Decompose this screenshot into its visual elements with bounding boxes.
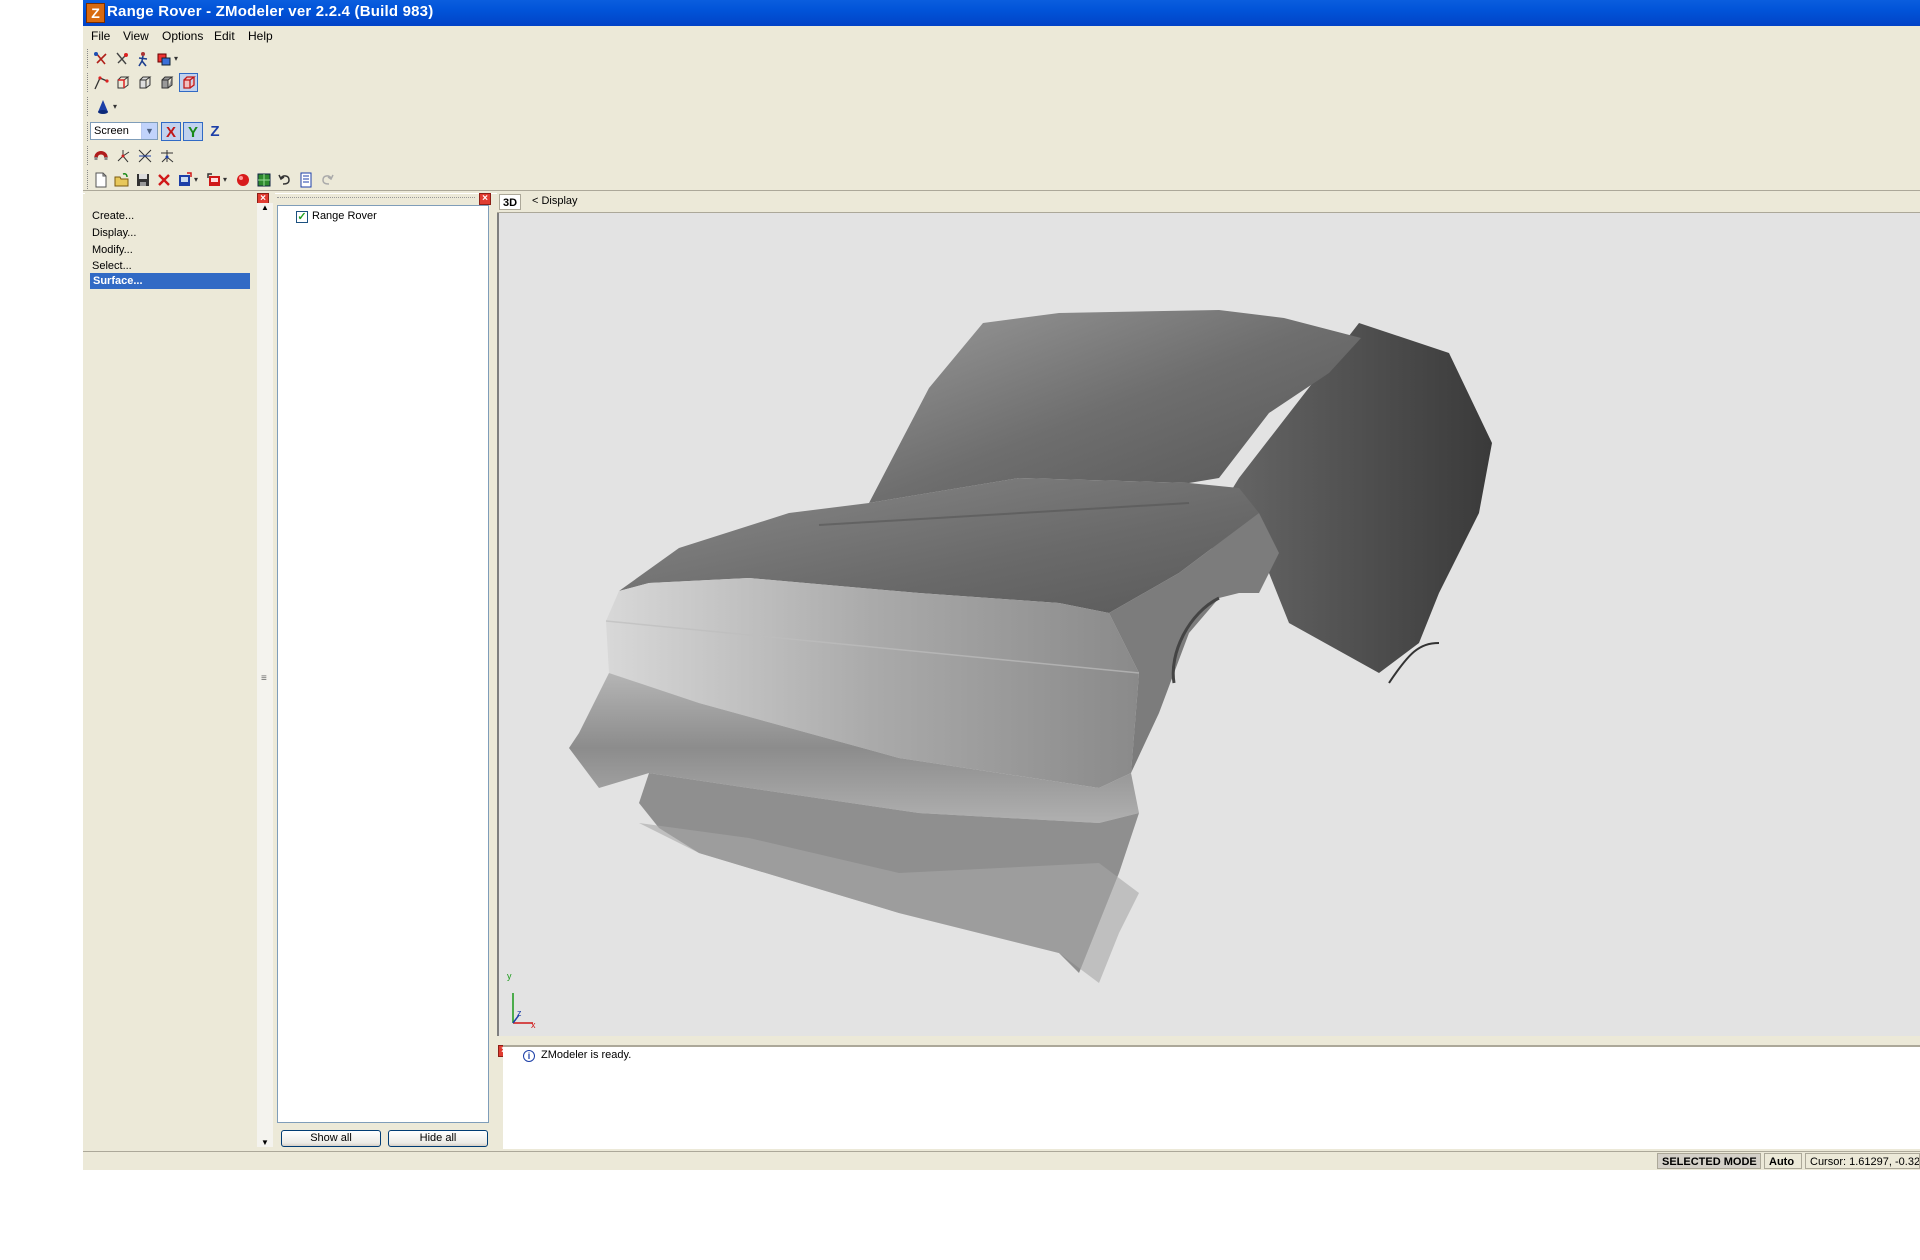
command-create[interactable]: Create...	[92, 210, 134, 222]
menu-help[interactable]: Help	[248, 29, 273, 43]
select-group-mode-icon[interactable]	[157, 73, 176, 92]
dropdown-arrow-icon[interactable]: ▾	[171, 49, 181, 68]
close-icon[interactable]: ×	[479, 193, 491, 205]
open-file-icon[interactable]	[112, 170, 131, 189]
toolbar-row-1: ▾	[83, 47, 193, 70]
view-mode-3d-tab[interactable]: 3D	[499, 194, 521, 210]
menu-bar: File View Options Edit Help	[83, 26, 1920, 47]
select-edge-icon[interactable]	[112, 49, 131, 68]
app-icon[interactable]: Z	[86, 3, 105, 23]
delete-icon[interactable]	[154, 170, 173, 189]
log-panel: i ZModeler is ready.	[503, 1045, 1920, 1149]
texture-icon[interactable]	[254, 170, 273, 189]
axis-gizmo-icon[interactable]	[113, 146, 132, 165]
new-file-icon[interactable]	[91, 170, 110, 189]
dropdown-arrow-icon[interactable]: ▾	[110, 97, 120, 116]
pivot-icon[interactable]	[157, 146, 176, 165]
command-panel-scrollbar[interactable]: ▲ ≡ ▼	[257, 203, 273, 1147]
breadcrumb[interactable]: < Display	[532, 195, 578, 207]
history-list-icon[interactable]	[296, 170, 315, 189]
chevron-down-icon[interactable]: ▼	[141, 123, 157, 139]
status-bar: SELECTED MODE Auto Cursor: 1.61297, -0.3…	[83, 1151, 1920, 1170]
status-snap: Auto	[1764, 1153, 1802, 1169]
scroll-up-arrow-icon[interactable]: ▲	[261, 203, 269, 212]
log-message: ZModeler is ready.	[541, 1049, 632, 1061]
object-visibility-checkbox[interactable]: ✓	[296, 211, 308, 223]
title-bar[interactable]: Z Range Rover - ZModeler ver 2.2.4 (Buil…	[83, 0, 1920, 26]
toolbar-row-2	[83, 71, 213, 94]
car-model-render	[512, 310, 1492, 1024]
select-object-mode-icon[interactable]	[135, 73, 154, 92]
coordinate-mode-select[interactable]: Screen ▼	[90, 122, 158, 140]
axis-y-toggle[interactable]: Y	[183, 122, 203, 141]
toolbar-row-4: Screen ▼ X Y Z	[83, 120, 233, 143]
select-point-mode-icon[interactable]	[91, 73, 110, 92]
viewport-header: 3D < Display	[497, 193, 1920, 213]
zmodeler-window: Z Range Rover - ZModeler ver 2.2.4 (Buil…	[83, 0, 1920, 1170]
select-face-mode-icon[interactable]	[113, 73, 132, 92]
axis-z-label: z	[517, 1008, 522, 1018]
dropdown-arrow-icon[interactable]: ▾	[191, 170, 201, 189]
command-select[interactable]: Select...	[92, 260, 132, 272]
info-icon: i	[523, 1050, 535, 1062]
scroll-grip-icon[interactable]: ≡	[261, 673, 267, 684]
figure-icon[interactable]	[133, 49, 152, 68]
select-all-mode-icon[interactable]	[179, 73, 198, 92]
menu-file[interactable]: File	[91, 29, 110, 43]
axis-x-label: x	[531, 1020, 536, 1030]
3d-viewport[interactable]: y z x	[497, 213, 1920, 1036]
menu-edit[interactable]: Edit	[214, 29, 235, 43]
object-tree: ✓ Range Rover	[277, 205, 489, 1123]
cross-axis-icon[interactable]	[135, 146, 154, 165]
redo-icon[interactable]	[317, 170, 336, 189]
render-sphere-icon[interactable]	[233, 170, 252, 189]
command-surface-selected[interactable]: Surface...	[90, 273, 250, 289]
hide-all-button[interactable]: Hide all	[388, 1130, 488, 1147]
command-modify[interactable]: Modify...	[92, 244, 133, 256]
axis-z-toggle[interactable]: Z	[205, 122, 225, 141]
object-range-rover[interactable]: Range Rover	[312, 210, 377, 222]
show-all-button[interactable]: Show all	[281, 1130, 381, 1147]
scroll-down-arrow-icon[interactable]: ▼	[261, 1138, 269, 1147]
toolbar-row-3: ▾	[83, 95, 133, 118]
command-display[interactable]: Display...	[92, 227, 136, 239]
axis-y-label: y	[507, 971, 512, 981]
undo-icon[interactable]	[275, 170, 294, 189]
menu-view[interactable]: View	[123, 29, 149, 43]
toolbar-row-6: ▾ ▾	[83, 168, 373, 191]
axis-x-toggle[interactable]: X	[161, 122, 181, 141]
toolbar-row-5	[83, 144, 183, 167]
window-title: Range Rover - ZModeler ver 2.2.4 (Build …	[107, 3, 434, 20]
select-vertex-icon[interactable]	[91, 49, 110, 68]
magnet-icon[interactable]	[91, 146, 110, 165]
menu-options[interactable]: Options	[162, 29, 203, 43]
status-mode: SELECTED MODE	[1657, 1153, 1761, 1169]
dropdown-arrow-icon[interactable]: ▾	[220, 170, 230, 189]
status-cursor: Cursor: 1.61297, -0.32325	[1805, 1153, 1920, 1169]
command-panel: × Create... Display... Modify... Select.…	[85, 193, 275, 1148]
save-file-icon[interactable]	[133, 170, 152, 189]
